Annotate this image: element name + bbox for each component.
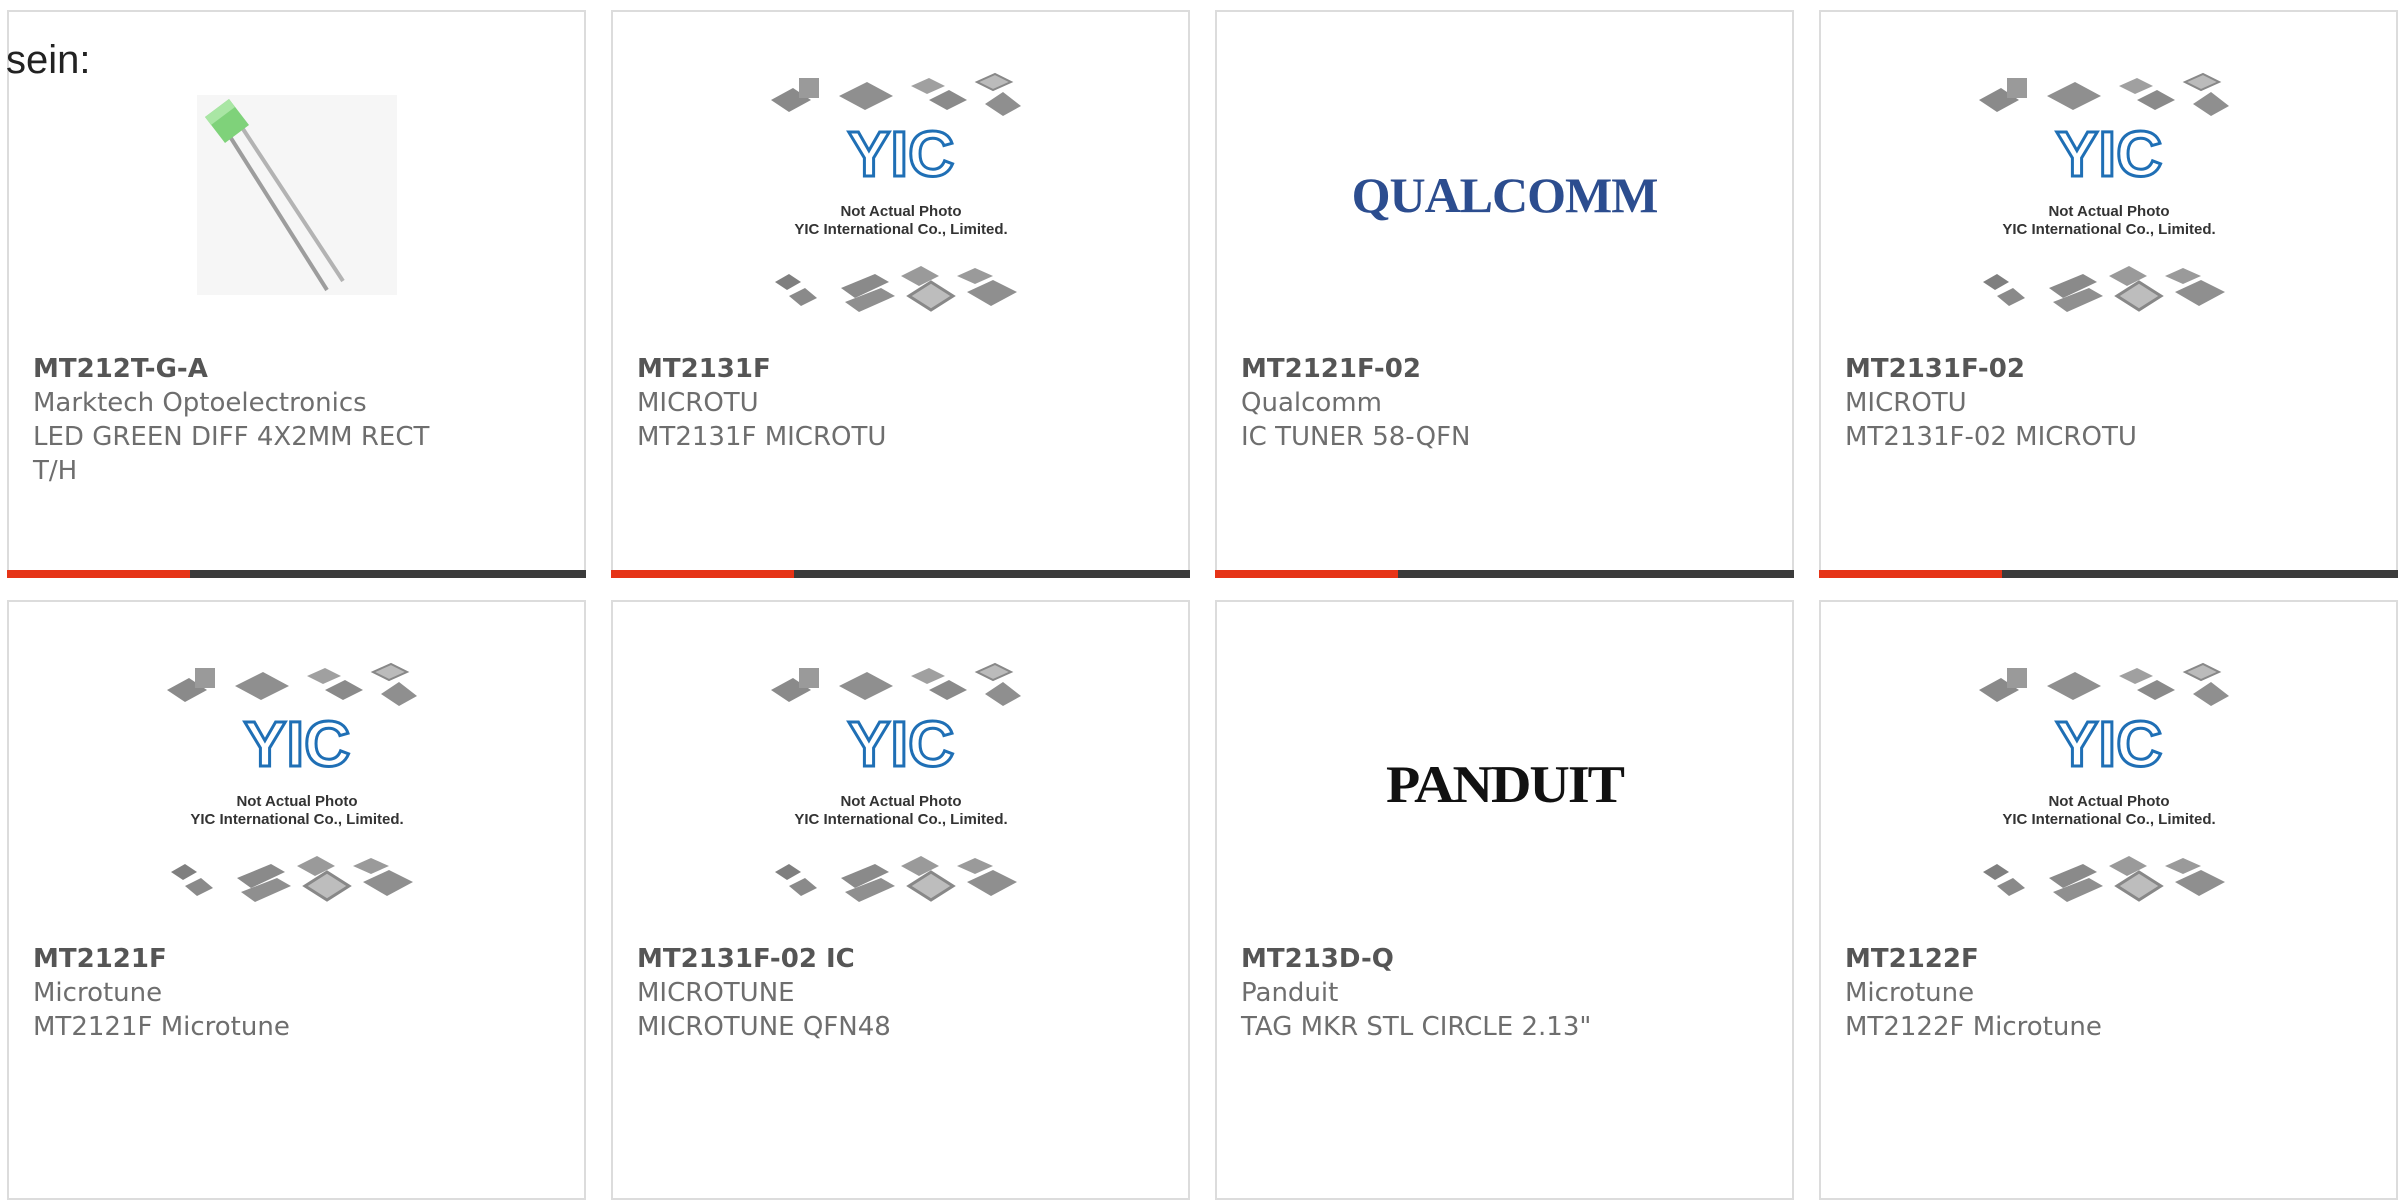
description: IC TUNER 58-QFN	[1241, 422, 1471, 452]
product-card[interactable]: QUALCOMM MT2121F-02 Qualcomm IC TUNER 58…	[1215, 10, 1794, 578]
yic-placeholder-image: YIC Not Actual Photo YIC International C…	[166, 662, 418, 903]
manufacturer: Panduit	[1241, 978, 1339, 1008]
yic-placeholder-image: YIC Not Actual Photo YIC International C…	[770, 72, 1022, 313]
yic-placeholder-image: YIC Not Actual Photo YIC International C…	[1978, 662, 2230, 903]
product-card[interactable]: YIC Not Actual Photo YIC International C…	[611, 600, 1190, 1200]
part-number[interactable]: MT2122F	[1845, 942, 2372, 976]
intro-text: sein:	[6, 38, 91, 82]
product-image[interactable]: YIC Not Actual Photo YIC International C…	[613, 62, 1188, 327]
placeholder-line2: YIC International Co., Limited.	[190, 811, 403, 828]
description: LED GREEN DIFF 4X2MM RECT T/H	[33, 422, 430, 486]
manufacturer: MICROTU	[1845, 388, 1967, 418]
placeholder-line1: Not Actual Photo	[840, 203, 961, 220]
manufacturer: Qualcomm	[1241, 388, 1382, 418]
product-info: MT2121F Microtune MT2121F Microtune	[33, 942, 560, 1044]
part-number[interactable]: MT2121F	[33, 942, 560, 976]
manufacturer: Microtune	[33, 978, 163, 1008]
product-image[interactable]: YIC Not Actual Photo YIC International C…	[613, 652, 1188, 917]
placeholder-line1: Not Actual Photo	[2048, 793, 2169, 810]
description: MT2122F Microtune	[1845, 1012, 2102, 1042]
placeholder-line2: YIC International Co., Limited.	[794, 811, 1007, 828]
product-image[interactable]: YIC Not Actual Photo YIC International C…	[9, 652, 584, 917]
part-number[interactable]: MT212T-G-A	[33, 352, 560, 386]
description: MT2121F Microtune	[33, 1012, 290, 1042]
yic-logo: YIC	[2055, 708, 2162, 780]
manufacturer: MICROTU	[637, 388, 759, 418]
product-card[interactable]: YIC Not Actual Photo YIC International C…	[1819, 600, 2398, 1200]
part-number[interactable]: MT213D-Q	[1241, 942, 1768, 976]
product-image[interactable]: YIC Not Actual Photo YIC International C…	[1821, 652, 2396, 917]
part-number[interactable]: MT2121F-02	[1241, 352, 1768, 386]
product-info: MT2131F-02 MICROTU MT2131F-02 MICROTU	[1845, 352, 2372, 454]
card-accent-bar	[611, 570, 1190, 578]
placeholder-line1: Not Actual Photo	[236, 793, 357, 810]
manufacturer: Microtune	[1845, 978, 1975, 1008]
product-info: MT2131F-02 IC MICROTUNE MICROTUNE QFN48	[637, 942, 1164, 1044]
yic-logo: YIC	[847, 118, 954, 190]
product-card[interactable]: YIC Not Actual Photo YIC International C…	[611, 10, 1190, 578]
product-image[interactable]: PANDUIT	[1217, 652, 1792, 917]
manufacturer: MICROTUNE	[637, 978, 795, 1008]
product-image[interactable]: QUALCOMM	[1217, 62, 1792, 327]
placeholder-line2: YIC International Co., Limited.	[2002, 221, 2215, 238]
product-card[interactable]: PANDUIT MT213D-Q Panduit TAG MKR STL CIR…	[1215, 600, 1794, 1200]
placeholder-line1: Not Actual Photo	[2048, 203, 2169, 220]
description: MT2131F MICROTU	[637, 422, 887, 452]
product-info: MT213D-Q Panduit TAG MKR STL CIRCLE 2.13…	[1241, 942, 1768, 1044]
yic-logo: YIC	[2055, 118, 2162, 190]
qualcomm-logo: QUALCOMM	[1351, 166, 1659, 223]
panduit-logo: PANDUIT	[1386, 755, 1625, 814]
product-info: MT2121F-02 Qualcomm IC TUNER 58-QFN	[1241, 352, 1768, 454]
product-card[interactable]: YIC Not Actual Photo YIC International C…	[1819, 10, 2398, 578]
card-accent-bar	[1215, 570, 1794, 578]
placeholder-line2: YIC International Co., Limited.	[794, 221, 1007, 238]
product-card[interactable]: YIC Not Actual Photo YIC International C…	[7, 600, 586, 1200]
yic-logo: YIC	[847, 708, 954, 780]
part-number[interactable]: MT2131F	[637, 352, 1164, 386]
placeholder-line2: YIC International Co., Limited.	[2002, 811, 2215, 828]
description: MT2131F-02 MICROTU	[1845, 422, 2137, 452]
part-number[interactable]: MT2131F-02 IC	[637, 942, 1164, 976]
card-accent-bar	[7, 570, 586, 578]
product-image[interactable]	[9, 62, 584, 327]
yic-placeholder-image: YIC Not Actual Photo YIC International C…	[770, 662, 1022, 903]
green-led-photo	[196, 94, 397, 295]
card-accent-bar	[1819, 570, 2398, 578]
product-image[interactable]: YIC Not Actual Photo YIC International C…	[1821, 62, 2396, 327]
part-number[interactable]: MT2131F-02	[1845, 352, 2372, 386]
yic-placeholder-image: YIC Not Actual Photo YIC International C…	[1978, 72, 2230, 313]
placeholder-line1: Not Actual Photo	[840, 793, 961, 810]
product-card[interactable]: MT212T-G-A Marktech Optoelectronics LED …	[7, 10, 586, 578]
product-grid: MT212T-G-A Marktech Optoelectronics LED …	[7, 10, 2398, 1200]
description: TAG MKR STL CIRCLE 2.13"	[1241, 1012, 1592, 1042]
product-info: MT212T-G-A Marktech Optoelectronics LED …	[33, 352, 560, 488]
description: MICROTUNE QFN48	[637, 1012, 891, 1042]
yic-logo: YIC	[243, 708, 350, 780]
product-info: MT2131F MICROTU MT2131F MICROTU	[637, 352, 1164, 454]
product-info: MT2122F Microtune MT2122F Microtune	[1845, 942, 2372, 1044]
manufacturer: Marktech Optoelectronics	[33, 388, 367, 418]
